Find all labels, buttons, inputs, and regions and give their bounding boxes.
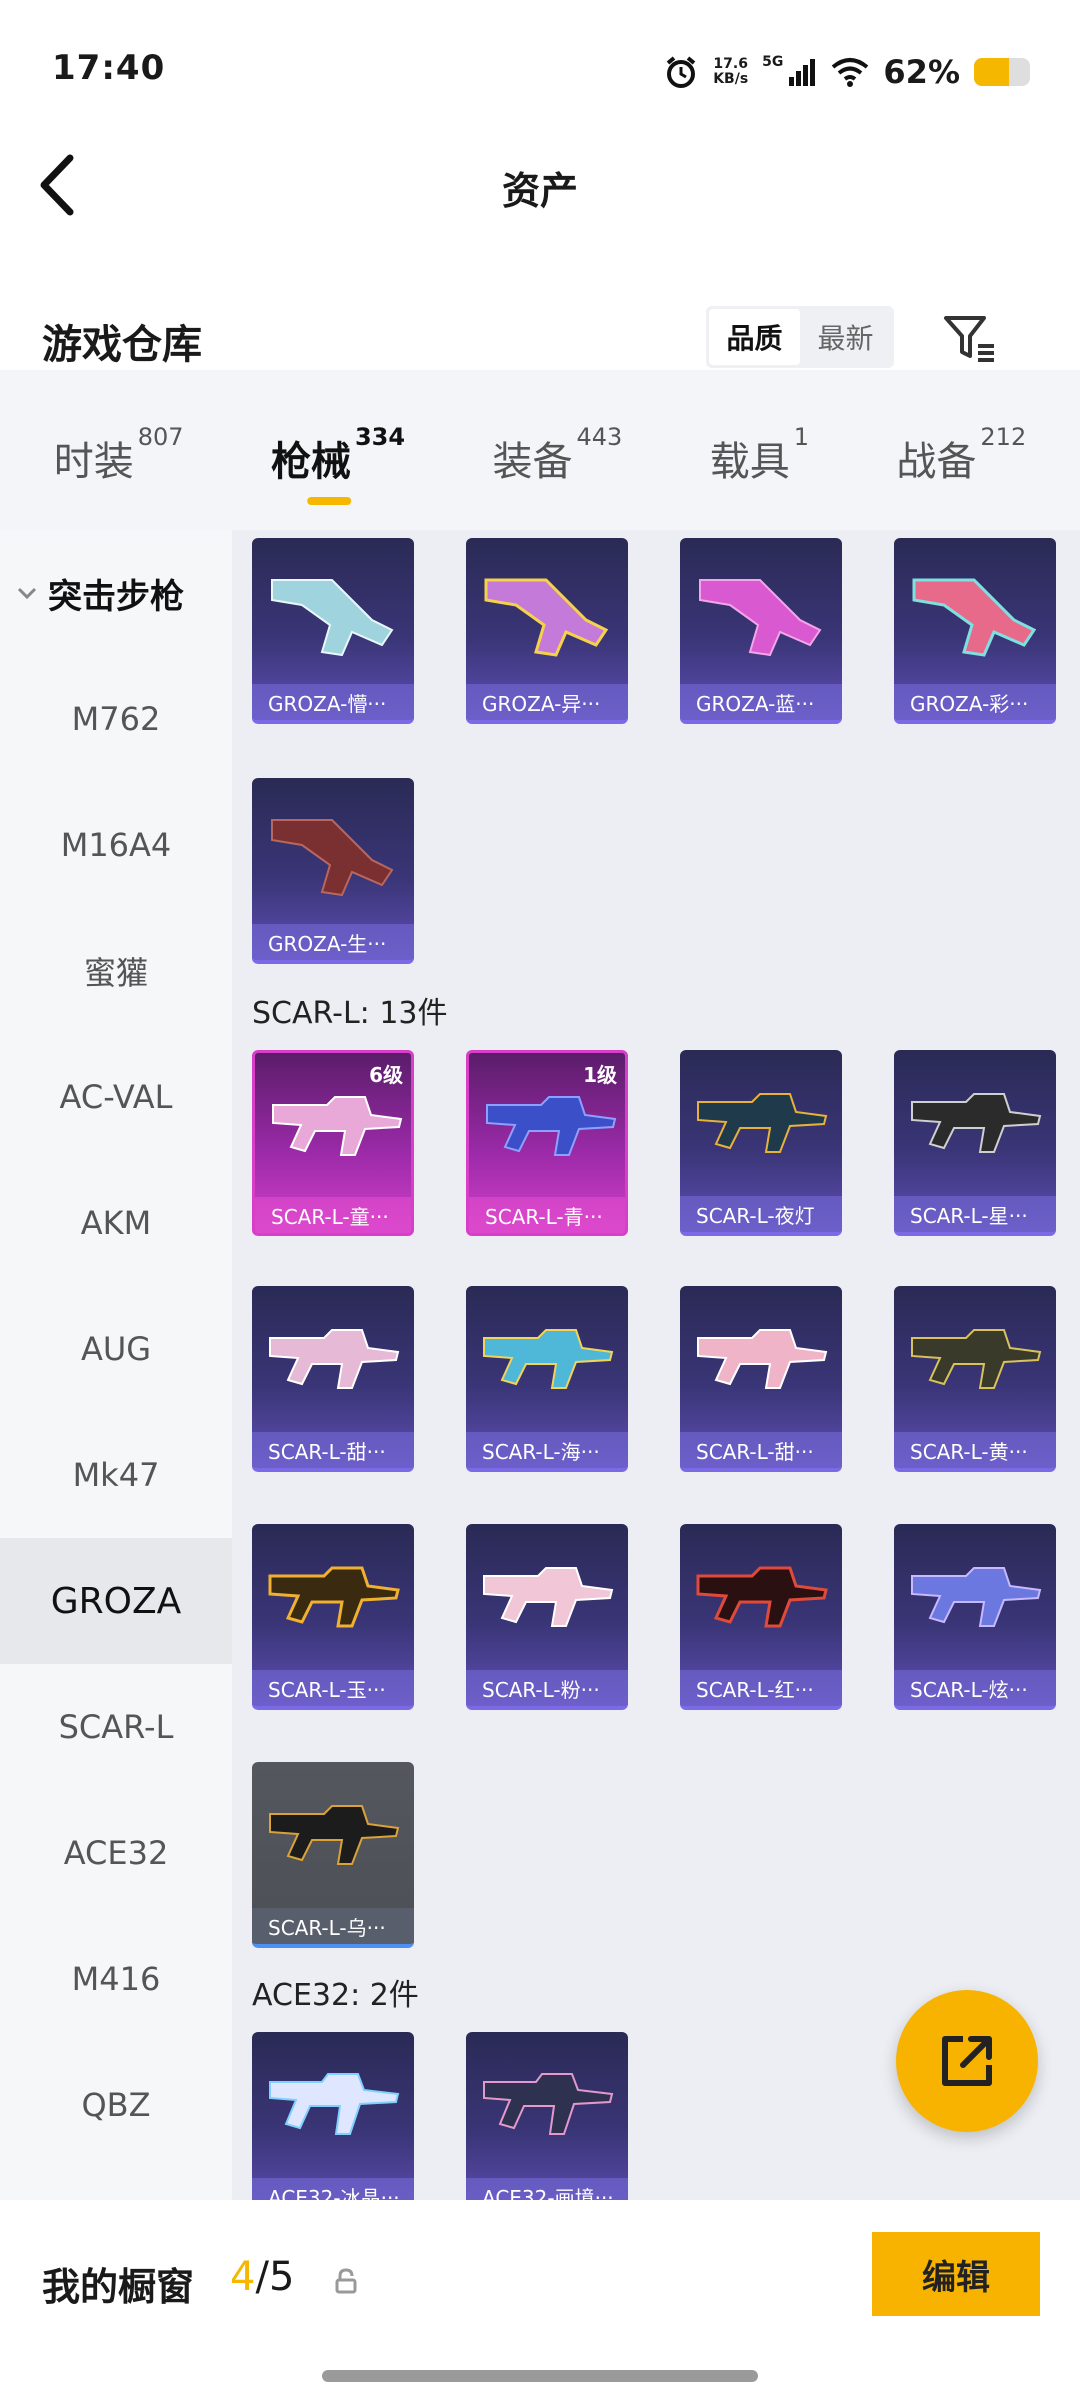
battery-percent: 62% [883,53,960,91]
sidebar-item-ace32[interactable]: ACE32 [0,1790,232,1916]
rifle-icon [271,819,394,897]
showcase-bar: 我的橱窗 4/5 编辑 [0,2200,1080,2400]
rifle-icon [483,1329,614,1389]
weapon-card[interactable]: GROZA-异··· [466,538,628,724]
sidebar-item-mk47[interactable]: Mk47 [0,1412,232,1538]
alarm-icon [666,56,696,88]
sidebar-item-m16a4[interactable]: M16A4 [0,782,232,908]
page-title: 资产 [501,169,578,213]
sidebar-item-qbz[interactable]: QBZ [0,2042,232,2168]
tab-fashion[interactable]: 时装 807 [54,423,184,501]
weapon-card[interactable]: GROZA-彩··· [894,538,1056,724]
weapon-card[interactable]: GROZA-懵··· [252,538,414,724]
rifle-icon [696,1566,828,1628]
external-link-icon [942,2036,992,2086]
scar-l-group-header: SCAR-L: 13件 [252,996,448,1031]
rifle-icon [911,1093,1042,1153]
weapon-card[interactable]: SCAR-L-乌··· [252,1762,414,1948]
warehouse-title: 游戏仓库 [42,322,202,368]
status-icons: 17.6 KB/s 5G 62% [663,50,1030,94]
weapon-card[interactable]: SCAR-L-玉··· [252,1524,414,1710]
sort-quality-button[interactable]: 品质 [709,309,800,365]
sidebar-item-ac-val[interactable]: AC-VAL [0,1034,232,1160]
status-bar: 17:40 17.6 KB/s 5G 62% [0,0,1080,140]
rifle-icon [269,2073,400,2135]
weapon-card[interactable]: SCAR-L-粉··· [466,1524,628,1710]
weapon-card[interactable]: ACE32-冰晶··· [252,2032,414,2200]
sort-newest-button[interactable]: 最新 [800,309,891,365]
sidebar-item-m762[interactable]: M762 [0,656,232,782]
showcase-label: 我的橱窗 [42,2265,195,2309]
rifle-icon [483,2073,614,2135]
weapon-card[interactable]: SCAR-L-红··· [680,1524,842,1710]
network-type: 5G [762,54,784,70]
weapon-card[interactable]: GROZA-生··· [252,778,414,964]
weapon-card[interactable]: SCAR-L-夜灯 [680,1050,842,1236]
filter-icon[interactable] [940,308,1000,368]
sidebar-item-groza[interactable]: GROZA [0,1538,232,1664]
sidebar-item-m416[interactable]: M416 [0,1916,232,2042]
sidebar-item-honey-badger[interactable]: 蜜獾 [0,908,232,1034]
sidebar-item-akm[interactable]: AKM [0,1160,232,1286]
rifle-icon [269,1329,400,1389]
weapon-grid: GROZA-懵··· GROZA-异··· GROZA-蓝··· GROZA-彩… [232,530,1080,2200]
signal-icon [789,59,816,86]
rifle-icon [911,1329,1042,1389]
rifle-icon [271,579,394,657]
tab-supplies[interactable]: 战备 212 [896,423,1026,501]
ace32-row: ACE32-冰晶··· ACE32-画境··· [252,2032,628,2200]
rifle-icon [912,578,1037,657]
rifle-icon [483,1567,614,1627]
sort-toggle: 品质 最新 [706,306,894,368]
sidebar-item-aug[interactable]: AUG [0,1286,232,1412]
rifle-icon [699,579,822,657]
net-speed: 17.6 KB/s [713,56,749,87]
groza-row: GROZA-生··· [252,778,414,964]
category-tabs: 时装 807 枪械 334 装备 443 载具 1 战备 212 [0,400,1080,530]
weapon-card[interactable]: GROZA-蓝··· [680,538,842,724]
share-fab[interactable] [896,1990,1038,2132]
rifle-icon [697,1093,828,1153]
rifle-icon [272,1096,403,1156]
sidebar-item-scar-l[interactable]: SCAR-L [0,1664,232,1790]
scar-row: SCAR-L-乌··· [252,1762,414,1948]
weapon-card[interactable]: SCAR-L-炫··· [894,1524,1056,1710]
home-indicator[interactable] [322,2370,758,2382]
wifi-icon [832,58,869,87]
lock-icon [335,2268,357,2294]
tab-equipment[interactable]: 装备 443 [492,423,622,501]
rifle-icon [486,1096,617,1156]
rifle-icon [269,1805,400,1865]
chevron-down-icon [17,587,37,600]
weapon-card[interactable]: 1级 SCAR-L-青··· [466,1050,628,1236]
weapon-card[interactable]: SCAR-L-海··· [466,1286,628,1472]
weapon-card[interactable]: SCAR-L-甜··· [680,1286,842,1472]
weapon-card[interactable]: SCAR-L-甜··· [252,1286,414,1472]
rifle-icon [268,1566,400,1628]
scar-row: 6级 SCAR-L-童··· 1级 SCAR-L-青··· SCAR-L-夜灯 SC… [252,1050,1056,1236]
scar-row: SCAR-L-玉··· SCAR-L-粉··· SCAR-L-红··· SCAR… [252,1524,1056,1710]
edit-button[interactable]: 编辑 [872,2232,1040,2316]
weapon-sidebar: 突击步枪 M762 M16A4 蜜獾 AC-VAL AKM AUG Mk47 G… [0,530,232,2200]
tab-active-indicator [307,497,352,505]
tab-vehicles[interactable]: 载具 1 [710,423,809,501]
sidebar-group-assault-rifles[interactable]: 突击步枪 [0,530,232,656]
scar-row: SCAR-L-甜··· SCAR-L-海··· SCAR-L-甜··· SCAR… [252,1286,1056,1472]
battery-icon [974,58,1030,86]
weapon-card[interactable]: SCAR-L-星··· [894,1050,1056,1236]
weapon-card[interactable]: ACE32-画境··· [466,2032,628,2200]
showcase-count: 4/5 [230,2254,295,2300]
tab-guns[interactable]: 枪械 334 [271,423,405,505]
ace32-group-header: ACE32: 2件 [252,1978,419,2013]
rifle-icon [697,1329,828,1389]
rifle-icon [911,1567,1042,1627]
weapon-card[interactable]: 6级 SCAR-L-童··· [252,1050,414,1236]
rifle-icon [484,578,609,657]
status-time: 17:40 [52,48,166,88]
weapon-card[interactable]: SCAR-L-黄··· [894,1286,1056,1472]
groza-row: GROZA-懵··· GROZA-异··· GROZA-蓝··· GROZA-彩… [252,538,1056,724]
